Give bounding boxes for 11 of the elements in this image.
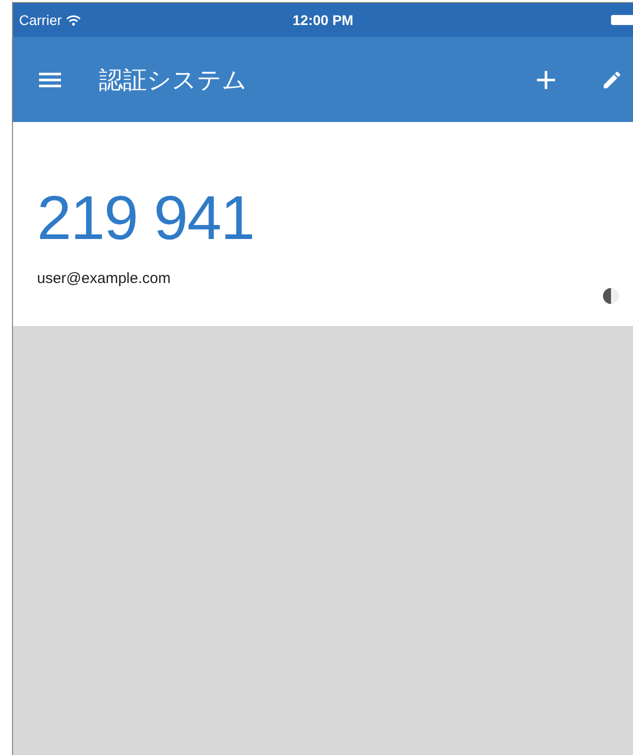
battery-icon	[611, 15, 633, 25]
status-time: 12:00 PM	[292, 12, 354, 28]
pencil-icon[interactable]	[601, 68, 623, 90]
wifi-icon	[66, 14, 81, 26]
carrier-label: Carrier	[19, 12, 62, 28]
account-email: user@example.com	[37, 270, 172, 287]
menu-icon[interactable]	[39, 72, 61, 88]
otp-code: 219 941	[37, 188, 256, 250]
account-card[interactable]: 219 941 user@example.com	[13, 122, 633, 326]
app-title: 認証システム	[99, 66, 248, 96]
add-icon[interactable]	[537, 70, 555, 88]
